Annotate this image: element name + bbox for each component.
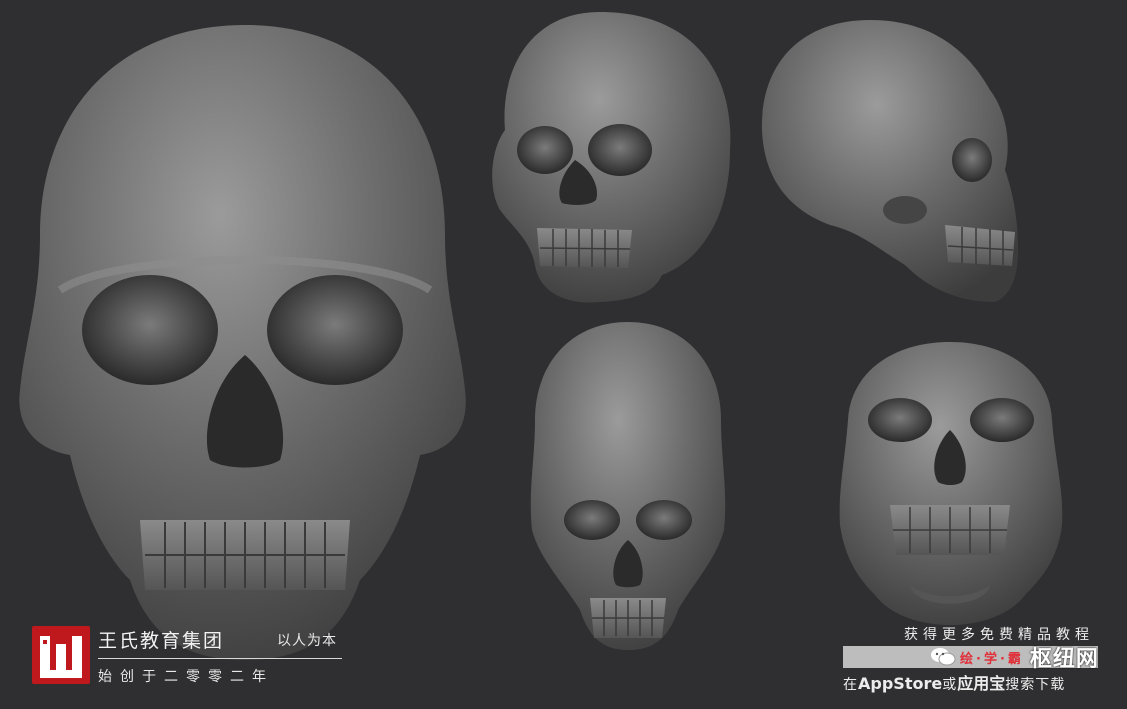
download-suffix: 搜索下载: [1005, 677, 1066, 693]
promo-block: 获得更多免费精品教程 绘·学·霸 枢纽网 在AppStore或应用宝搜索下载: [838, 624, 1100, 694]
watermark-site-name: 枢纽网: [1029, 647, 1099, 672]
side-view: [761, 20, 1018, 302]
promo-download-text: 在AppStore或应用宝搜索下载: [843, 670, 1065, 694]
watermark-red-text: 绘·学·霸: [960, 651, 1024, 667]
download-store-name: AppStore: [858, 674, 943, 693]
watermark: 绘·学·霸 枢纽网: [930, 642, 1099, 672]
brand-name: 王氏教育集团: [98, 630, 225, 652]
wechat-icon: [931, 648, 956, 666]
skull-render-canvas: [19, 12, 1063, 660]
download-prefix: 在: [843, 677, 858, 693]
brand-slogan: 以人为本: [277, 633, 337, 649]
brand-logo-block: 王氏教育集团 以人为本 始创于二零零二年: [32, 626, 352, 690]
front-view-large: [19, 25, 466, 660]
divider: [98, 658, 342, 659]
top-front-view: [530, 322, 726, 650]
logo-mark-icon: [32, 626, 90, 684]
three-quarter-view: [492, 12, 731, 303]
download-app-name: 应用宝: [957, 674, 1006, 693]
bottom-front-view: [839, 342, 1063, 625]
brand-founded-text: 始创于二零零二年: [98, 669, 274, 685]
download-or: 或: [942, 677, 958, 693]
